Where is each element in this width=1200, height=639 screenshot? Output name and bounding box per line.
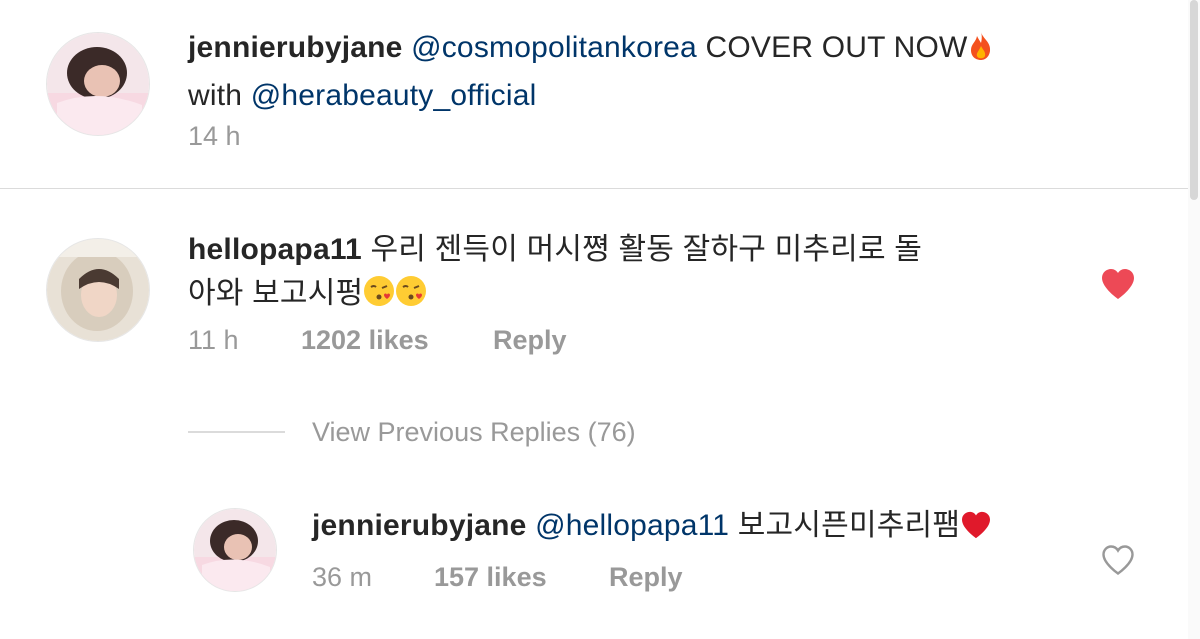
kissing-face-emoji — [395, 275, 427, 320]
caption-username[interactable]: jennierubyjane — [188, 31, 403, 64]
caption-body: COVER OUT NOW — [705, 31, 968, 64]
caption-with: with — [188, 79, 243, 112]
scrollbar[interactable] — [1188, 0, 1200, 639]
avatar-jennierubyjane[interactable] — [46, 32, 150, 136]
reply-body: 보고시픈미추리팸 — [737, 509, 961, 542]
reply-likes[interactable]: 157 likes — [434, 562, 609, 593]
avatar-hellopapa11[interactable] — [46, 238, 150, 342]
view-previous-replies-label[interactable]: View Previous Replies (76) — [312, 417, 636, 448]
caption-text: jennierubyjane @cosmopolitankorea COVER … — [188, 26, 1088, 118]
reply-time: 36 m — [312, 562, 373, 592]
heart-outline-icon[interactable] — [1100, 544, 1136, 581]
comment-time: 11 h — [188, 325, 239, 355]
reply-mention[interactable]: @hellopapa11 — [535, 509, 729, 542]
comment-meta: 11 h 1202 likes Reply — [188, 325, 567, 356]
caption-mention-2[interactable]: @herabeauty_official — [251, 79, 537, 112]
caption-meta: 14 h — [188, 121, 241, 152]
liked-heart-icon[interactable] — [1100, 268, 1136, 305]
divider — [0, 188, 1188, 189]
comment-body-line2: 아와 보고시펑 — [188, 277, 364, 310]
comment-text: hellopapa11 우리 젠득이 머시쪙 활동 잘하구 미추리로 돌 아와 … — [188, 228, 1008, 320]
caption-mention[interactable]: @cosmopolitankorea — [411, 31, 697, 64]
kissing-face-emoji — [363, 275, 395, 320]
red-heart-emoji — [960, 508, 992, 552]
replies-divider-line — [188, 431, 285, 433]
comment-reply-button[interactable]: Reply — [493, 325, 567, 356]
scrollbar-thumb[interactable] — [1190, 0, 1198, 200]
reply-meta: 36 m 157 likes Reply — [312, 562, 683, 593]
reply-text: jennierubyjane @hellopapa11 보고시픈미추리팸 — [312, 504, 1072, 552]
comment-body-line1: 우리 젠득이 머시쪙 활동 잘하구 미추리로 돌 — [370, 233, 923, 266]
reply-username[interactable]: jennierubyjane — [312, 509, 527, 542]
view-previous-replies[interactable]: View Previous Replies (76) — [188, 412, 636, 452]
fire-emoji — [968, 30, 994, 74]
caption-time: 14 h — [188, 121, 241, 151]
comment-likes[interactable]: 1202 likes — [301, 325, 493, 356]
reply-reply-button[interactable]: Reply — [609, 562, 683, 593]
comment-username[interactable]: hellopapa11 — [188, 233, 362, 266]
avatar-jennierubyjane-reply[interactable] — [193, 508, 277, 592]
